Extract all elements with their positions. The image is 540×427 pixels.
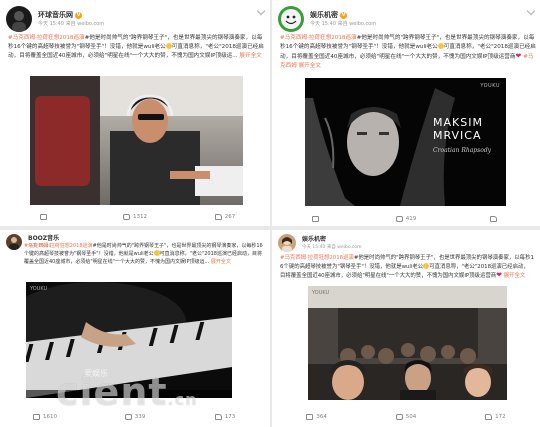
youku-logo: YOUKU	[312, 290, 330, 296]
post-header: 环球音乐网 V 今天 15:40 来自 weibo.com	[6, 5, 104, 33]
action-bar: 1312 267	[0, 210, 270, 224]
action-bar: 1610 339 173	[0, 410, 270, 424]
source-text: 来自 weibo.com	[337, 21, 377, 27]
avatar[interactable]	[6, 234, 22, 250]
avatar[interactable]	[278, 234, 296, 252]
time-text: 今天 15:40	[302, 245, 326, 250]
chevron-down-icon[interactable]	[526, 6, 536, 16]
share-icon	[40, 214, 47, 220]
avatar[interactable]	[6, 6, 32, 32]
share-count: 364	[316, 414, 327, 420]
like-icon	[214, 214, 222, 220]
avatar[interactable]	[278, 6, 304, 32]
video-caption: 爱娱乐	[84, 369, 108, 378]
expand-link[interactable]: 展开全文	[299, 63, 321, 69]
post-timestamp: 今天 15:40 来自 weibo.com	[38, 20, 104, 28]
expand-link[interactable]: 展开全文	[211, 259, 231, 265]
source-text: 来自 weibo.com	[65, 21, 105, 27]
post-text: #马克西姆·拉荷狂想2018巡演#他是时尚帅气的"跨界钢琴王子"，也是世界最顶尖…	[280, 34, 536, 71]
like-button[interactable]: 267	[180, 214, 270, 220]
username[interactable]: 环球音乐网 V	[38, 10, 104, 20]
comment-button[interactable]: 504	[361, 414, 450, 420]
hashtag[interactable]: #马克西姆·拉荷狂想2018巡演	[280, 35, 357, 41]
heart-emoji-icon: ❤	[515, 52, 522, 60]
post-text: #马克西姆·拉荷狂想2018巡演#他是时尚帅气的"跨界钢琴王子"，也是世界最顶尖…	[280, 254, 534, 281]
hashtag[interactable]: #马克西姆·拉荷狂想2018巡演	[280, 255, 354, 261]
like-button[interactable]: 172	[451, 414, 540, 420]
comment-icon	[123, 214, 130, 220]
comment-count: 339	[134, 414, 146, 420]
heart-emoji-icon: ❤	[496, 271, 502, 279]
post-text: #马克西姆·拉荷狂想2018巡演#他是时尚帅气的"跨界钢琴王子"，也是世界最顶尖…	[8, 34, 266, 61]
post-photo[interactable]	[30, 76, 243, 205]
share-icon	[311, 216, 319, 222]
like-count: 267	[224, 214, 236, 220]
username-text[interactable]: 环球音乐网	[38, 11, 73, 19]
like-icon	[490, 216, 498, 222]
comment-count: 504	[405, 414, 417, 420]
comment-button[interactable]: 339	[90, 414, 180, 420]
share-button[interactable]: 1610	[0, 414, 90, 420]
time-text: 今天 15:40	[38, 21, 64, 27]
comment-icon	[395, 414, 403, 420]
share-button[interactable]	[0, 214, 90, 220]
like-count: 173	[224, 414, 236, 420]
like-icon	[214, 414, 222, 420]
source-text: 来自 weibo.com	[326, 245, 362, 250]
weibo-post-card: 娱乐机密 今天 15:40 来自 weibo.com #马克西姆·拉荷狂想201…	[272, 230, 540, 427]
share-icon	[33, 414, 40, 420]
comment-count: 419	[405, 216, 417, 222]
weibo-post-card: 娱乐机密 V 今天 15:40 来自 weibo.com #马克西姆·拉荷狂想20…	[272, 0, 540, 226]
share-icon	[306, 414, 314, 420]
comment-icon	[124, 414, 132, 420]
post-timestamp: 今天 15:40 来自 weibo.com	[310, 20, 376, 28]
username-text[interactable]: 娱乐机密	[302, 236, 326, 243]
like-icon	[485, 414, 493, 420]
share-button[interactable]	[272, 216, 361, 222]
youku-logo: YOUKU	[480, 83, 500, 89]
post-text: #马克西姆·拉荷狂想2018巡演#他是时尚帅气的"跨界钢琴王子"，也是世界最顶尖…	[24, 242, 264, 266]
comment-count: 1312	[133, 214, 147, 220]
username[interactable]: 娱乐机密	[302, 235, 362, 245]
like-button[interactable]: 173	[180, 414, 270, 420]
hashtag[interactable]: #马克西姆·拉荷狂想2018巡演	[24, 243, 93, 249]
poster-name-2: MRVICA	[433, 129, 482, 142]
hashtag[interactable]: #马克西姆·拉荷狂想2018巡演	[8, 35, 85, 41]
comment-icon	[395, 216, 403, 222]
share-button[interactable]: 364	[272, 414, 361, 420]
youku-logo: YOUKU	[30, 286, 48, 292]
poster-name-1: MAKSIM	[433, 116, 483, 129]
verified-icon: V	[75, 11, 82, 19]
weibo-post-card: 环球音乐网 V 今天 15:40 来自 weibo.com #马克西姆·拉荷狂想2…	[0, 0, 270, 226]
poster-subtitle: Croatian Rhapsody	[433, 147, 492, 154]
post-timestamp: 今天 15:40 来自 weibo.com	[302, 245, 362, 251]
username[interactable]: 娱乐机密 V	[310, 10, 376, 20]
poster-title: MAKSIM MRVICA Croatian Rhapsody	[433, 116, 491, 157]
weibo-post-card: BOOZ音乐 今天 15:40 #马克西姆·拉荷狂想2018巡演#他是时尚帅气的…	[0, 230, 270, 427]
comment-button[interactable]: 1312	[90, 214, 180, 220]
comment-button[interactable]: 419	[361, 216, 450, 222]
action-bar: 419	[272, 212, 540, 226]
share-count: 1610	[43, 414, 57, 420]
action-bar: 364 504 172	[272, 410, 540, 424]
weibo-collage: 环球音乐网 V 今天 15:40 来自 weibo.com #马克西姆·拉荷狂想2…	[0, 0, 540, 427]
expand-link[interactable]: 展开全文	[504, 273, 526, 279]
verified-icon: V	[340, 11, 347, 19]
expand-link[interactable]: 展开全文	[239, 53, 261, 59]
poster-image[interactable]: MAKSIM MRVICA Croatian Rhapsody YOUKU	[305, 78, 506, 206]
username-text[interactable]: BOOZ音乐	[28, 235, 59, 242]
chevron-down-icon[interactable]	[256, 6, 266, 16]
post-header: 娱乐机密 今天 15:40 来自 weibo.com	[278, 232, 362, 254]
like-button[interactable]	[451, 216, 540, 222]
time-text: 今天 15:40	[310, 21, 336, 27]
post-header: 娱乐机密 V 今天 15:40 来自 weibo.com	[278, 5, 376, 33]
concert-photo[interactable]: YOUKU	[308, 286, 507, 400]
username-text[interactable]: 娱乐机密	[310, 11, 338, 19]
video-player[interactable]: YOUKU 爱娱乐	[26, 282, 232, 398]
like-count: 172	[495, 414, 506, 420]
